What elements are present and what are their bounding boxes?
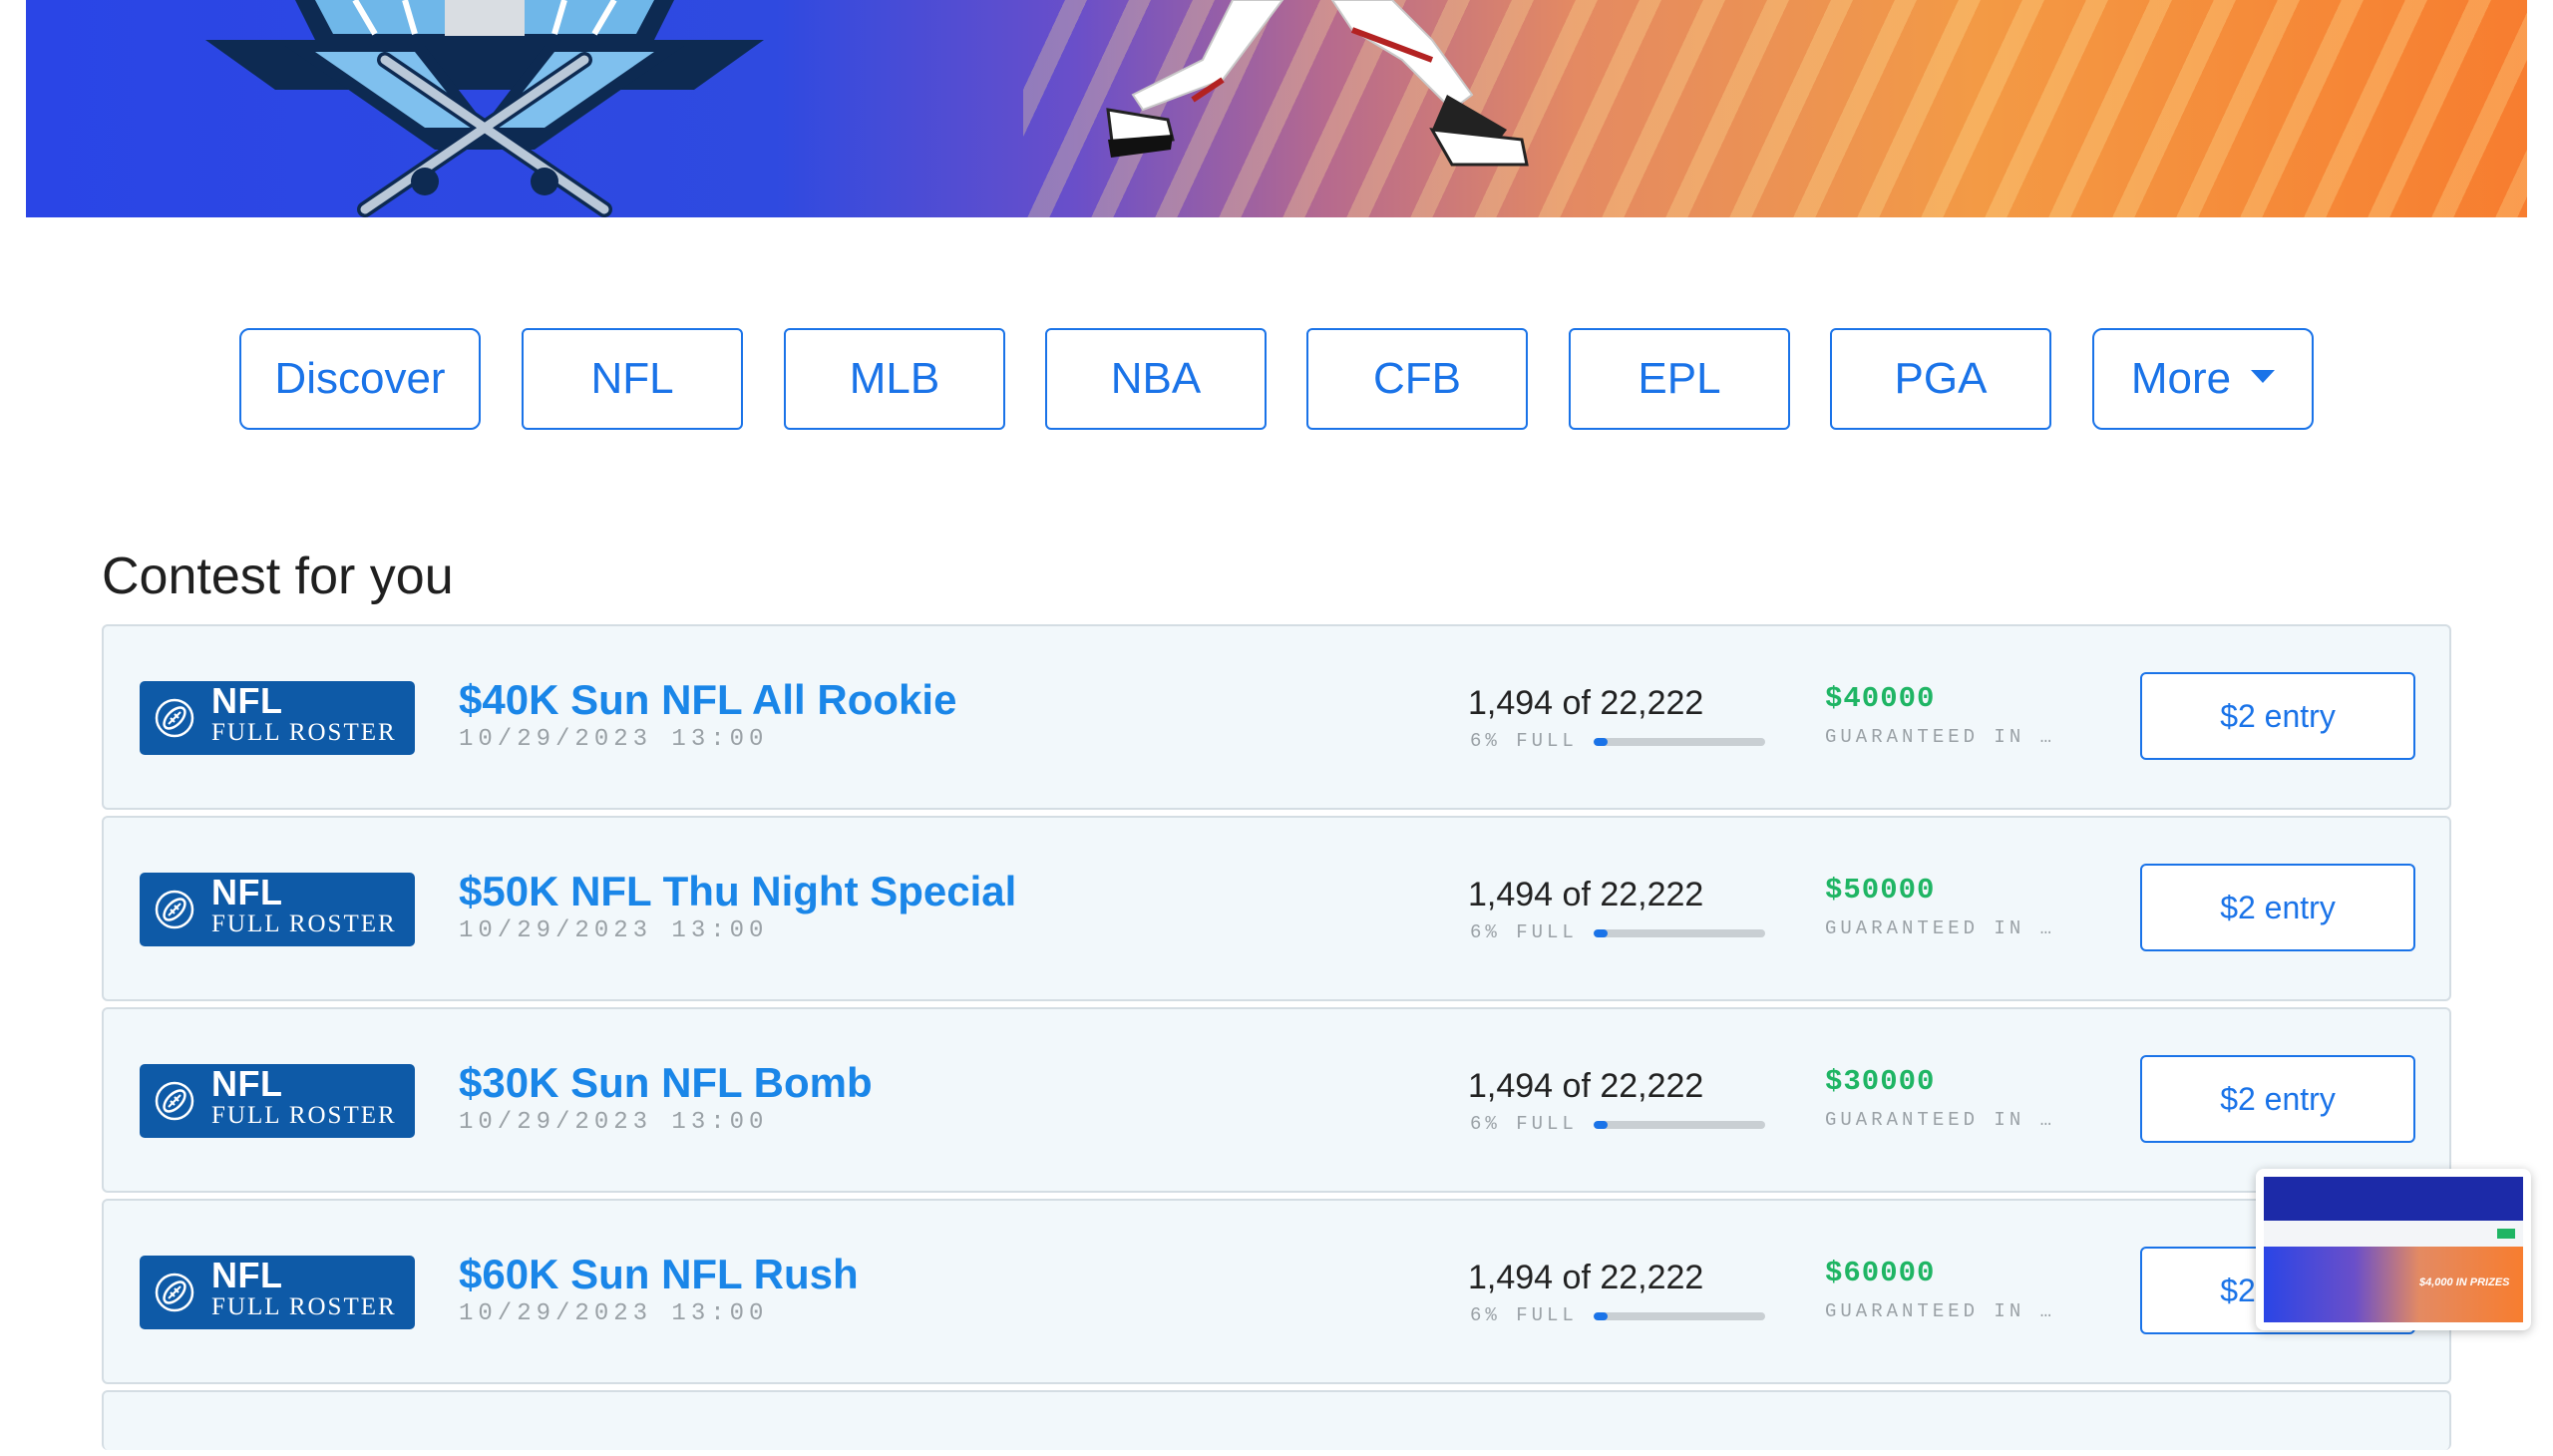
thumbnail-prize-text: $4,000 IN PRIZES — [2419, 1276, 2510, 1288]
entry-button[interactable]: $2 entry — [2140, 672, 2415, 760]
tab-mlb[interactable]: MLB — [784, 328, 1005, 430]
hero-banner — [26, 0, 2527, 217]
contest-progress-bar — [1594, 929, 1765, 937]
badge-type: FULL ROSTER — [211, 1102, 397, 1129]
badge-sport: NFL — [211, 1063, 283, 1104]
contest-title[interactable]: $40K Sun NFL All Rookie — [459, 676, 956, 724]
contest-guarantee: GUARANTEED IN … — [1825, 917, 2056, 939]
tab-nba[interactable]: NBA — [1045, 328, 1267, 430]
tab-discover[interactable]: Discover — [239, 328, 481, 430]
thumbnail-nav — [2264, 1177, 2523, 1221]
contest-title[interactable]: $30K Sun NFL Bomb — [459, 1059, 873, 1107]
tab-epl[interactable]: EPL — [1569, 328, 1790, 430]
contest-full-label: 6% FULL — [1470, 1113, 1578, 1135]
player-illustration — [1106, 0, 1529, 167]
contest-card[interactable]: NFL FULL ROSTER $30K Sun NFL Bomb 10/29/… — [102, 1007, 2451, 1193]
grand-slam-logo — [205, 0, 764, 217]
progress-fill — [1594, 1312, 1608, 1320]
contest-guarantee: GUARANTEED IN … — [1825, 726, 2056, 748]
entry-button[interactable]: $2 entry — [2140, 864, 2415, 951]
badge-type: FULL ROSTER — [211, 1293, 397, 1320]
contest-prize: $30000 — [1825, 1065, 1936, 1098]
contest-date: 10/29/2023 13:00 — [459, 1109, 769, 1136]
contest-badge: NFL FULL ROSTER — [140, 1063, 415, 1138]
contest-progress-bar — [1594, 1121, 1765, 1129]
contest-card[interactable]: NFL FULL ROSTER $40K Sun NFL All Rookie … — [102, 624, 2451, 810]
contest-title[interactable]: $60K Sun NFL Rush — [459, 1251, 859, 1298]
tab-pga[interactable]: PGA — [1830, 328, 2051, 430]
tab-nfl[interactable]: NFL — [522, 328, 743, 430]
contest-progress-bar — [1594, 738, 1765, 746]
contest-prize: $50000 — [1825, 874, 1936, 907]
entry-button[interactable]: $2 entry — [2140, 1055, 2415, 1143]
contest-full-label: 6% FULL — [1470, 921, 1578, 943]
contest-badge: NFL FULL ROSTER — [140, 872, 415, 946]
contest-entries: 1,494 of 22,222 — [1468, 876, 1704, 913]
contest-progress-bar — [1594, 1312, 1765, 1320]
contest-full-label: 6% FULL — [1470, 730, 1578, 752]
section-title: Contest for you — [102, 547, 454, 605]
contest-entries: 1,494 of 22,222 — [1468, 1259, 1704, 1296]
contest-date: 10/29/2023 13:00 — [459, 726, 769, 753]
contest-card[interactable]: NFL FULL ROSTER $50K NFL Thu Night Speci… — [102, 816, 2451, 1001]
contest-date: 10/29/2023 13:00 — [459, 1300, 769, 1327]
badge-type: FULL ROSTER — [211, 910, 397, 937]
contest-guarantee: GUARANTEED IN … — [1825, 1109, 2056, 1131]
football-icon — [155, 1081, 194, 1121]
progress-fill — [1594, 738, 1608, 746]
tab-more-dropdown[interactable]: More — [2092, 328, 2314, 430]
contest-list: NFL FULL ROSTER $40K Sun NFL All Rookie … — [102, 624, 2451, 1456]
badge-sport: NFL — [211, 872, 283, 912]
football-icon — [155, 1273, 194, 1312]
contest-guarantee: GUARANTEED IN … — [1825, 1300, 2056, 1322]
contest-card[interactable]: NFL FULL ROSTER $60K Sun NFL Rush 10/29/… — [102, 1199, 2451, 1384]
contest-prize: $40000 — [1825, 682, 1936, 715]
progress-fill — [1594, 929, 1608, 937]
football-icon — [155, 890, 194, 929]
badge-type: FULL ROSTER — [211, 719, 397, 746]
contest-title[interactable]: $50K NFL Thu Night Special — [459, 868, 1016, 915]
contest-badge: NFL FULL ROSTER — [140, 1255, 415, 1329]
thumbnail-toolbar — [2264, 1221, 2523, 1247]
contest-entries: 1,494 of 22,222 — [1468, 1067, 1704, 1105]
contest-prize: $60000 — [1825, 1257, 1936, 1289]
tab-cfb[interactable]: CFB — [1306, 328, 1528, 430]
caret-down-icon — [2251, 369, 2276, 383]
badge-sport: NFL — [211, 1255, 283, 1295]
contest-card-partial[interactable] — [102, 1390, 2451, 1450]
football-icon — [155, 698, 194, 738]
sport-tabs: Discover NFL MLB NBA CFB EPL PGA More — [0, 328, 2553, 434]
contest-badge: NFL FULL ROSTER — [140, 680, 415, 755]
contest-entries: 1,494 of 22,222 — [1468, 684, 1704, 722]
thumbnail-green-button — [2497, 1229, 2515, 1239]
contest-full-label: 6% FULL — [1470, 1304, 1578, 1326]
badge-sport: NFL — [211, 680, 283, 721]
screenshot-thumbnail[interactable]: $4,000 IN PRIZES — [2256, 1169, 2531, 1330]
progress-fill — [1594, 1121, 1608, 1129]
contest-date: 10/29/2023 13:00 — [459, 917, 769, 944]
